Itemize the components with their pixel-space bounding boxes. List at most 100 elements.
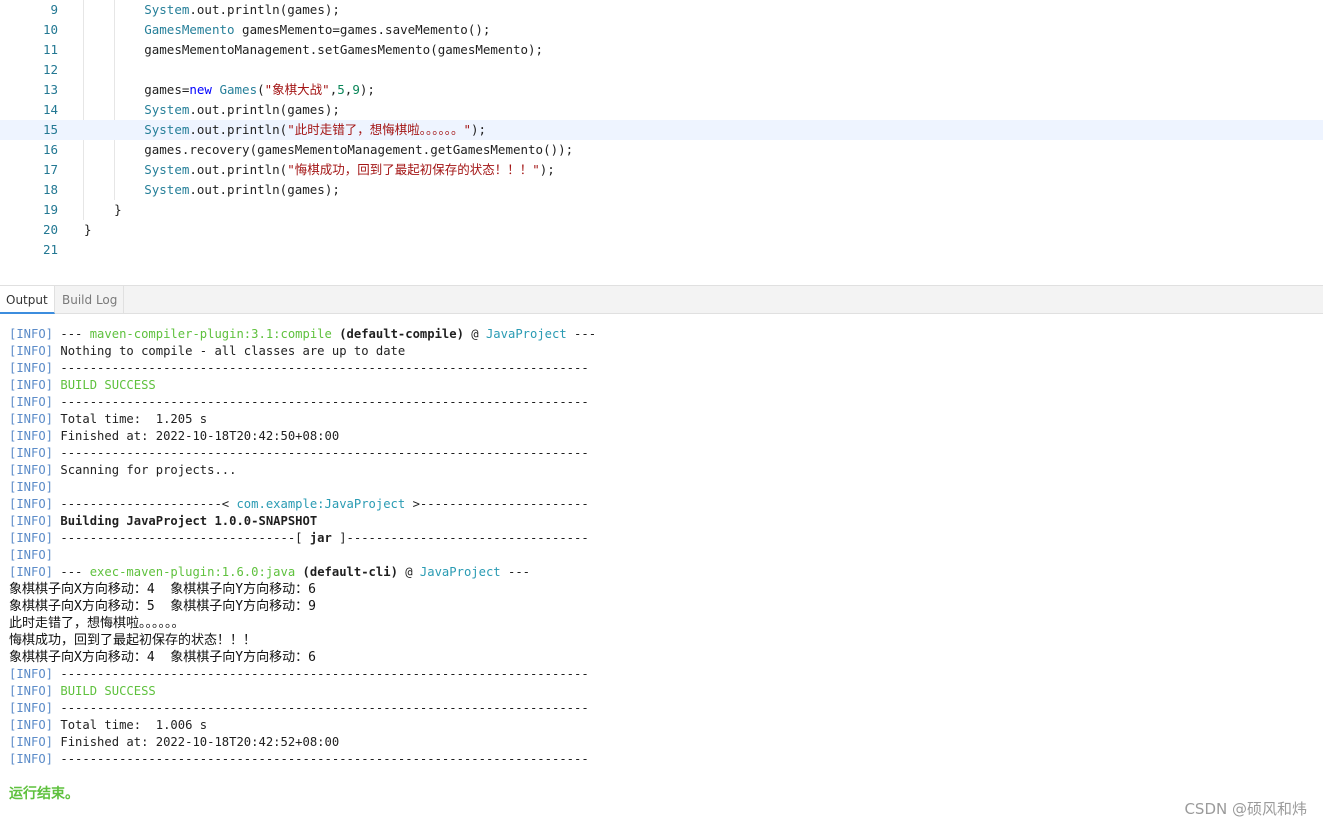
code-line[interactable]: 14 System.out.println(games); bbox=[0, 100, 1323, 120]
line-number: 19 bbox=[42, 202, 58, 217]
output-text: ----------------------< bbox=[53, 497, 237, 511]
code-token: "此时走错了，想悔棋啦。。。。。。" bbox=[287, 122, 472, 137]
output-line: [INFO] Total time: 1.006 s bbox=[9, 717, 207, 734]
output-line: [INFO] Building JavaProject 1.0.0-SNAPSH… bbox=[9, 513, 317, 530]
output-text: --- bbox=[53, 327, 90, 341]
line-number: 10 bbox=[42, 22, 58, 37]
code-line[interactable]: 12 bbox=[0, 60, 1323, 80]
code-text: System.out.println("悔棋成功，回到了最起初保存的状态！！！"… bbox=[84, 160, 555, 180]
output-line: [INFO] Scanning for projects... bbox=[9, 462, 236, 479]
panel-tab-bar: Output Build Log bbox=[0, 285, 1323, 314]
output-text: jar bbox=[309, 531, 332, 545]
output-line: [INFO] Finished at: 2022-10-18T20:42:50+… bbox=[9, 428, 339, 445]
output-line: 象棋棋子向X方向移动：4 象棋棋子向Y方向移动：6 bbox=[9, 581, 316, 598]
output-line: 悔棋成功，回到了最起初保存的状态！！！ bbox=[9, 632, 256, 649]
line-number: 20 bbox=[42, 222, 58, 237]
code-token: .out.println(games); bbox=[189, 182, 340, 197]
output-line: [INFO] --- maven-compiler-plugin:3.1:com… bbox=[9, 326, 596, 343]
code-text: games.recovery(gamesMementoManagement.ge… bbox=[84, 140, 573, 160]
output-line: [INFO] ---------------------------------… bbox=[9, 700, 589, 717]
output-text: Total time: 1.006 s bbox=[53, 718, 208, 732]
output-text: ----------------------------------------… bbox=[53, 752, 589, 766]
log-level-tag: [INFO] bbox=[9, 395, 54, 409]
code-line[interactable]: 16 games.recovery(gamesMementoManagement… bbox=[0, 140, 1323, 160]
log-level-tag: [INFO] bbox=[9, 429, 54, 443]
tab-build-log[interactable]: Build Log bbox=[56, 286, 125, 314]
code-line[interactable]: 20} bbox=[0, 220, 1323, 240]
line-number: 17 bbox=[42, 162, 58, 177]
code-text: } bbox=[84, 200, 122, 220]
code-token: System bbox=[144, 162, 190, 177]
log-level-tag: [INFO] bbox=[9, 531, 54, 545]
code-text: gamesMementoManagement.setGamesMemento(g… bbox=[84, 40, 543, 60]
log-level-tag: [INFO] bbox=[9, 412, 54, 426]
output-text: JavaProject bbox=[485, 327, 567, 341]
output-text: --------------------------------[ bbox=[53, 531, 310, 545]
code-text: System.out.println(games); bbox=[84, 180, 340, 200]
code-token: } bbox=[84, 222, 92, 237]
code-line[interactable]: 18 System.out.println(games); bbox=[0, 180, 1323, 200]
code-editor[interactable]: 9 System.out.println(games); 10 GamesMeme… bbox=[0, 0, 1323, 285]
output-line: [INFO] ----------------------< com.examp… bbox=[9, 496, 589, 513]
log-level-tag: [INFO] bbox=[9, 446, 54, 460]
code-token: System bbox=[144, 182, 190, 197]
code-token: 5 bbox=[337, 82, 345, 97]
code-token: "象棋大战" bbox=[264, 82, 330, 97]
code-token: Games bbox=[219, 82, 258, 97]
output-line: [INFO] ---------------------------------… bbox=[9, 394, 589, 411]
code-text: GamesMemento gamesMemento=games.saveMeme… bbox=[84, 20, 490, 40]
line-number: 14 bbox=[42, 102, 58, 117]
watermark: CSDN @硕风和炜 bbox=[1184, 800, 1307, 818]
code-line[interactable]: 13 games=new Games("象棋大战",5,9); bbox=[0, 80, 1323, 100]
output-text: --- bbox=[53, 565, 90, 579]
code-token: System bbox=[144, 2, 190, 17]
output-line: [INFO] ---------------------------------… bbox=[9, 445, 589, 462]
log-level-tag: [INFO] bbox=[9, 718, 54, 732]
code-token: println(games); bbox=[227, 2, 340, 17]
output-line: [INFO] ---------------------------------… bbox=[9, 360, 589, 377]
line-number: 11 bbox=[42, 42, 58, 57]
log-level-tag: [INFO] bbox=[9, 565, 54, 579]
output-line: [INFO] BUILD SUCCESS bbox=[9, 683, 156, 700]
log-level-tag: [INFO] bbox=[9, 463, 54, 477]
output-text: (default-compile) bbox=[339, 327, 464, 341]
code-token: .out.println( bbox=[189, 122, 288, 137]
line-number: 9 bbox=[50, 2, 58, 17]
code-line[interactable]: 9 System.out.println(games); bbox=[0, 0, 1323, 20]
code-line[interactable]: 15 System.out.println("此时走错了，想悔棋啦。。。。。。"… bbox=[0, 120, 1323, 140]
output-text: Finished at: 2022-10-18T20:42:52+08:00 bbox=[53, 735, 340, 749]
output-text: Scanning for projects... bbox=[53, 463, 237, 477]
code-token: } bbox=[114, 202, 122, 217]
line-number: 12 bbox=[42, 62, 58, 77]
output-line: [INFO] Total time: 1.205 s bbox=[9, 411, 207, 428]
output-text: ----------------------------------------… bbox=[53, 361, 589, 375]
line-number: 15 bbox=[42, 122, 58, 137]
code-line[interactable]: 10 GamesMemento gamesMemento=games.saveM… bbox=[0, 20, 1323, 40]
log-level-tag: [INFO] bbox=[9, 752, 54, 766]
output-panel[interactable]: 运行结束。 [INFO] --- maven-compiler-plugin:3… bbox=[0, 314, 1323, 827]
tab-output[interactable]: Output bbox=[0, 286, 55, 314]
output-line: [INFO] --------------------------------[… bbox=[9, 530, 589, 547]
log-level-tag: [INFO] bbox=[9, 701, 54, 715]
code-line[interactable]: 19 } bbox=[0, 200, 1323, 220]
output-text: 象棋棋子向X方向移动：4 象棋棋子向Y方向移动：6 bbox=[9, 582, 316, 597]
output-text: ----------------------------------------… bbox=[53, 395, 589, 409]
code-token: ); bbox=[471, 122, 487, 137]
output-text: maven-compiler-plugin:3.1:compile bbox=[89, 327, 332, 341]
code-token: ); bbox=[539, 162, 555, 177]
output-line: [INFO] BUILD SUCCESS bbox=[9, 377, 156, 394]
output-text: ----------------------------------------… bbox=[53, 667, 589, 681]
output-text: @ bbox=[397, 565, 420, 579]
output-text: 象棋棋子向X方向移动：5 象棋棋子向Y方向移动：9 bbox=[9, 599, 316, 614]
log-level-tag: [INFO] bbox=[9, 480, 54, 494]
code-token: ( bbox=[257, 82, 265, 97]
output-text: BUILD SUCCESS bbox=[60, 684, 156, 698]
log-level-tag: [INFO] bbox=[9, 548, 54, 562]
line-number: 13 bbox=[42, 82, 58, 97]
code-token: System bbox=[144, 102, 190, 117]
code-line[interactable]: 21 bbox=[0, 240, 1323, 260]
code-token: .out.println(games); bbox=[189, 102, 340, 117]
code-line[interactable]: 11 gamesMementoManagement.setGamesMement… bbox=[0, 40, 1323, 60]
output-line: [INFO] --- exec-maven-plugin:1.6.0:java … bbox=[9, 564, 530, 581]
code-line[interactable]: 17 System.out.println("悔棋成功，回到了最起初保存的状态！… bbox=[0, 160, 1323, 180]
